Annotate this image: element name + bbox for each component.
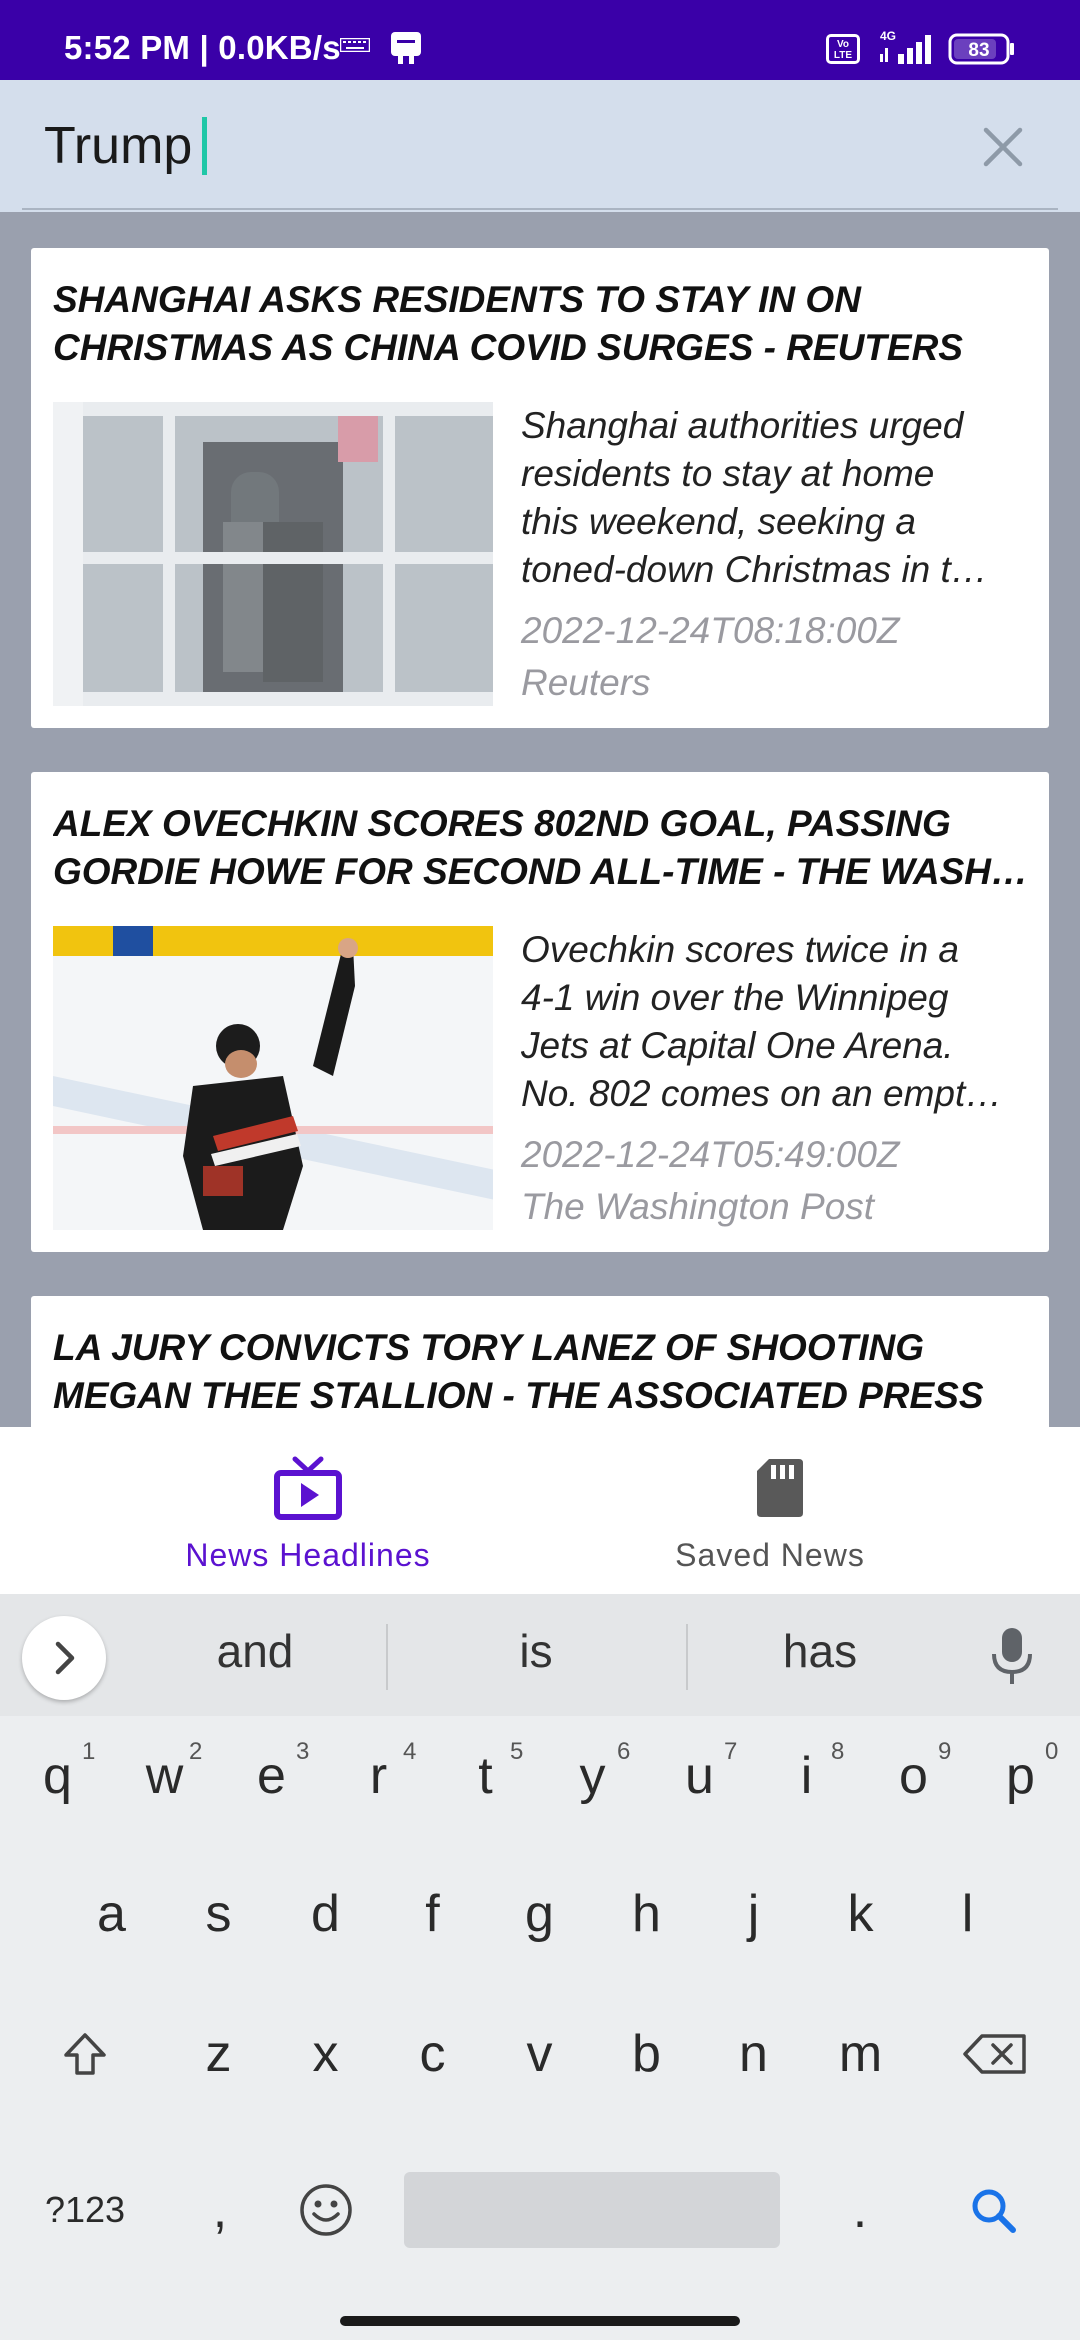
search-underline (22, 208, 1058, 210)
news-description: Shanghai authorities urged residents to … (521, 405, 988, 590)
key-k[interactable]: k (807, 1864, 914, 1964)
key-n[interactable]: n (700, 2004, 807, 2104)
key-c[interactable]: c (379, 2004, 486, 2104)
suggestion-divider (686, 1624, 688, 1690)
key-s[interactable]: s (165, 1864, 272, 1964)
comma-key[interactable]: , (170, 2160, 270, 2260)
key-d[interactable]: d (272, 1864, 379, 1964)
chevron-right-icon (55, 1641, 75, 1675)
search-input[interactable]: Trump (44, 116, 208, 176)
key-l[interactable]: l (914, 1864, 1021, 1964)
key-y[interactable]: y6 (539, 1726, 646, 1826)
keyboard-status-icon (340, 38, 370, 52)
news-title: LA JURY CONVICTS TORY LANEZ OF SHOOTING … (53, 1327, 984, 1416)
key-u[interactable]: u7 (646, 1726, 753, 1826)
status-time: 5:52 PM | 0.0KB/s (64, 29, 341, 66)
key-g[interactable]: g (486, 1864, 593, 1964)
news-source: Reuters (521, 662, 651, 703)
backspace-key[interactable] (930, 2004, 1060, 2104)
search-key[interactable] (944, 2160, 1044, 2260)
status-bar: 5:52 PM | 0.0KB/s Vo LTE 4G 83 (0, 0, 1080, 80)
search-query: Trump (44, 117, 193, 175)
key-b[interactable]: b (593, 2004, 700, 2104)
key-m[interactable]: m (807, 2004, 914, 2104)
period-key[interactable]: . (810, 2160, 910, 2260)
notification-icon (391, 32, 421, 64)
sd-card-icon (757, 1459, 803, 1517)
emoji-icon (300, 2184, 352, 2236)
suggestion-strip: and is has (0, 1594, 1080, 1716)
key-i[interactable]: i8 (753, 1726, 860, 1826)
news-image (53, 402, 493, 706)
key-r[interactable]: r4 (325, 1726, 432, 1826)
emoji-key[interactable] (276, 2160, 376, 2260)
key-f[interactable]: f (379, 1864, 486, 1964)
volte-icon: Vo LTE (826, 34, 860, 64)
text-caret (202, 117, 208, 176)
news-image (53, 926, 493, 1230)
key-o[interactable]: o9 (860, 1726, 967, 1826)
news-card[interactable]: SHANGHAI ASKS RESIDENTS TO STAY IN ON CH… (31, 248, 1049, 728)
search-icon (972, 2189, 1016, 2233)
suggestion-word[interactable]: and (140, 1624, 370, 1678)
key-t[interactable]: t5 (432, 1726, 539, 1826)
key-v[interactable]: v (486, 2004, 593, 2104)
key-z[interactable]: z (165, 2004, 272, 2104)
key-e[interactable]: e3 (218, 1726, 325, 1826)
tv-icon (274, 1456, 342, 1520)
news-description: Ovechkin scores twice in a 4-1 win over … (521, 929, 1003, 1114)
news-title: SHANGHAI ASKS RESIDENTS TO STAY IN ON CH… (53, 279, 963, 368)
news-list[interactable]: SHANGHAI ASKS RESIDENTS TO STAY IN ON CH… (0, 212, 1080, 1427)
nav-saved-news-label: Saved News (675, 1537, 865, 1573)
network-type: 4G (880, 30, 896, 43)
suggestion-word[interactable]: is (420, 1624, 652, 1678)
home-indicator[interactable] (340, 2316, 740, 2326)
key-w[interactable]: w2 (111, 1726, 218, 1826)
nav-news-headlines[interactable]: News Headlines (130, 1427, 486, 1594)
news-card[interactable]: ALEX OVECHKIN SCORES 802ND GOAL, PASSING… (31, 772, 1049, 1252)
signal-icon: 4G (880, 30, 931, 64)
backspace-icon (963, 2034, 1026, 2074)
suggestion-word[interactable]: has (700, 1624, 940, 1678)
microphone-icon[interactable] (988, 1624, 1036, 1688)
key-q[interactable]: q1 (4, 1726, 111, 1826)
nav-saved-news[interactable]: Saved News (600, 1427, 940, 1594)
close-icon[interactable] (976, 120, 1030, 174)
expand-suggestions-button[interactable] (22, 1616, 106, 1700)
key-x[interactable]: x (272, 2004, 379, 2104)
key-p[interactable]: p0 (967, 1726, 1074, 1826)
battery-icon: 83 (948, 33, 1014, 65)
nav-news-headlines-label: News Headlines (185, 1537, 431, 1573)
suggestion-divider (386, 1624, 388, 1690)
shift-key[interactable] (20, 2004, 150, 2104)
soft-keyboard: and is has q1 w2 e3 r4 t5 y6 u7 i8 o9 p0… (0, 1594, 1080, 2340)
news-card[interactable]: LA JURY CONVICTS TORY LANEZ OF SHOOTING … (31, 1296, 1049, 1427)
news-date: 2022-12-24T05:49:00Z (521, 1134, 900, 1175)
bottom-navigation: News Headlines Saved News (0, 1427, 1080, 1594)
news-date: 2022-12-24T08:18:00Z (521, 610, 900, 651)
key-h[interactable]: h (593, 1864, 700, 1964)
space-bar[interactable] (404, 2172, 780, 2248)
symbols-key[interactable]: ?123 (20, 2160, 150, 2260)
key-a[interactable]: a (58, 1864, 165, 1964)
key-j[interactable]: j (700, 1864, 807, 1964)
news-title: ALEX OVECHKIN SCORES 802ND GOAL, PASSING… (53, 803, 1033, 892)
battery-level: 83 (968, 40, 989, 61)
shift-icon (64, 2033, 106, 2075)
search-bar: Trump (0, 80, 1080, 212)
news-source: The Washington Post (521, 1186, 875, 1227)
